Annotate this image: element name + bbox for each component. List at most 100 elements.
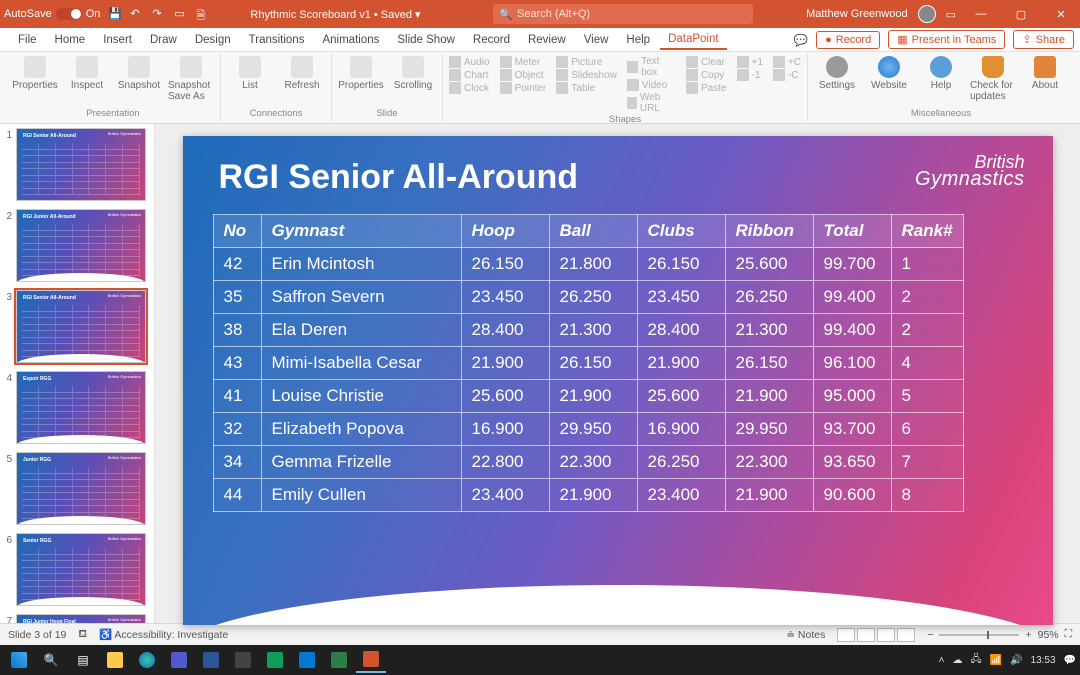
tab-design[interactable]: Design: [187, 31, 239, 49]
tab-transitions[interactable]: Transitions: [241, 31, 313, 49]
slideshow-icon[interactable]: ▭: [174, 7, 188, 21]
ribbon-scrolling[interactable]: Scrolling: [390, 56, 436, 108]
notes-toggle[interactable]: ≐ Notes: [786, 629, 825, 641]
explorer-button[interactable]: [100, 647, 130, 673]
edge-button[interactable]: [132, 647, 162, 673]
app-button-3[interactable]: [228, 647, 258, 673]
undo-icon[interactable]: ↶: [130, 7, 144, 21]
search-input[interactable]: 🔍 Search (Alt+Q): [493, 4, 753, 24]
user-name[interactable]: Matthew Greenwood: [806, 8, 908, 20]
ribbon-snapshot[interactable]: Snapshot: [116, 56, 162, 108]
autosave-toggle[interactable]: AutoSave On: [4, 8, 100, 20]
tab-home[interactable]: Home: [47, 31, 94, 49]
tray-chevron-icon[interactable]: ˄: [939, 655, 945, 666]
zoom-slider[interactable]: [939, 634, 1019, 636]
slideshow-view-icon[interactable]: [897, 628, 915, 642]
ribbon-properties[interactable]: Properties: [12, 56, 58, 108]
app-button-2[interactable]: [196, 647, 226, 673]
vscode-button[interactable]: [292, 647, 322, 673]
ribbon-about[interactable]: About: [1022, 56, 1068, 108]
taskview-button[interactable]: ▤: [68, 647, 98, 673]
ribbon-shape-audio[interactable]: Audio: [449, 56, 490, 68]
ribbon-shape-chart[interactable]: Chart: [449, 69, 490, 81]
ribbon-shape-+c[interactable]: +C: [773, 56, 801, 68]
fit-icon[interactable]: ⛶: [1065, 628, 1072, 641]
tab-animations[interactable]: Animations: [314, 31, 387, 49]
share-button[interactable]: ⇪ Share: [1013, 30, 1074, 49]
slide-counter[interactable]: Slide 3 of 19: [8, 629, 66, 641]
ribbon-refresh[interactable]: Refresh: [279, 56, 325, 108]
zoom-in-icon[interactable]: +: [1025, 629, 1031, 641]
present-teams-button[interactable]: ▦ Present in Teams: [888, 30, 1005, 49]
ribbon-shape-pointer[interactable]: Pointer: [500, 82, 547, 94]
ribbon-shape-copy[interactable]: Copy: [686, 69, 727, 81]
system-tray[interactable]: ˄ ☁ 🖧 📶 🔊 13:53 💬: [939, 652, 1076, 669]
slide-thumbnail-6[interactable]: Senior RGGBritish Gymnastics: [16, 533, 146, 606]
tab-help[interactable]: Help: [618, 31, 658, 49]
sorter-view-icon[interactable]: [857, 628, 875, 642]
redo-icon[interactable]: ↷: [152, 7, 166, 21]
ribbon-shape-+1[interactable]: +1: [737, 56, 763, 68]
ribbon-display-icon[interactable]: ▭: [946, 8, 956, 21]
tray-time[interactable]: 13:53: [1031, 655, 1056, 666]
slide-thumbnail-7[interactable]: RGI Junior Hoop FinalBritish Gymnastics: [16, 614, 146, 623]
slide-thumbnail-panel[interactable]: 1RGI Senior All-AroundBritish Gymnastics…: [0, 124, 155, 623]
ribbon-shape-paste[interactable]: Paste: [686, 82, 727, 94]
slide-thumbnail-3[interactable]: RGI Senior All-AroundBritish Gymnastics: [16, 290, 146, 363]
powerpoint-button[interactable]: [356, 647, 386, 673]
normal-view-icon[interactable]: [837, 628, 855, 642]
ribbon-snapshot-save-as[interactable]: Snapshot Save As: [168, 56, 214, 108]
ribbon-shape--1[interactable]: -1: [737, 69, 763, 81]
accessibility-status[interactable]: ♿ Accessibility: Investigate: [99, 628, 228, 641]
ribbon-shape-text-box[interactable]: Text box: [627, 56, 676, 78]
ribbon-shape-table[interactable]: Table: [556, 82, 617, 94]
tray-notifications-icon[interactable]: 💬: [1064, 655, 1076, 666]
tray-volume-icon[interactable]: 🔊: [1010, 655, 1022, 666]
tab-view[interactable]: View: [576, 31, 617, 49]
slide-canvas[interactable]: British Gymnastics RGI Senior All-Around…: [155, 124, 1080, 637]
ribbon-website[interactable]: Website: [866, 56, 912, 108]
close-icon[interactable]: ✕: [1046, 8, 1076, 21]
tab-insert[interactable]: Insert: [95, 31, 140, 49]
ribbon-inspect[interactable]: Inspect: [64, 56, 110, 108]
app-button-5[interactable]: [324, 647, 354, 673]
ribbon-shape-clear[interactable]: Clear: [686, 56, 727, 68]
zoom-out-icon[interactable]: −: [927, 629, 933, 641]
language-icon[interactable]: ⛾: [78, 628, 87, 642]
slide-thumbnail-1[interactable]: RGI Senior All-AroundBritish Gymnastics: [16, 128, 146, 201]
tray-cloud-icon[interactable]: ☁: [952, 655, 962, 666]
tab-draw[interactable]: Draw: [142, 31, 185, 49]
tab-review[interactable]: Review: [520, 31, 574, 49]
start-button[interactable]: [4, 647, 34, 673]
app-button-4[interactable]: [260, 647, 290, 673]
maximize-icon[interactable]: ▢: [1006, 8, 1036, 21]
slide-thumbnail-4[interactable]: Espoir RGGBritish Gymnastics: [16, 371, 146, 444]
avatar[interactable]: [918, 5, 936, 23]
document-title[interactable]: Rhythmic Scoreboard v1 • Saved ▾: [250, 8, 420, 21]
comments-button[interactable]: 💬: [794, 33, 808, 47]
app-button-1[interactable]: [164, 647, 194, 673]
tab-datapoint[interactable]: DataPoint: [660, 30, 727, 50]
ribbon-shape-video[interactable]: Video: [627, 79, 676, 91]
ribbon-shape-web-url[interactable]: Web URL: [627, 92, 676, 114]
slide-thumbnail-2[interactable]: RGI Junior All-AroundBritish Gymnastics: [16, 209, 146, 282]
ribbon-check-for-updates[interactable]: Check for updates: [970, 56, 1016, 108]
ribbon-shape-picture[interactable]: Picture: [556, 56, 617, 68]
slide-thumbnail-5[interactable]: Junior RGGBritish Gymnastics: [16, 452, 146, 525]
ribbon-shape-meter[interactable]: Meter: [500, 56, 547, 68]
ribbon-properties[interactable]: Properties: [338, 56, 384, 108]
newfile-icon[interactable]: 🗎: [196, 7, 210, 21]
ribbon-shape-object[interactable]: Object: [500, 69, 547, 81]
tray-wifi-icon[interactable]: 📶: [990, 655, 1002, 666]
ribbon-shape-clock[interactable]: Clock: [449, 82, 490, 94]
ribbon-list[interactable]: List: [227, 56, 273, 108]
tray-network-icon[interactable]: 🖧: [970, 652, 981, 669]
tab-record[interactable]: Record: [465, 31, 518, 49]
ribbon-shape-slideshow[interactable]: Slideshow: [556, 69, 617, 81]
minimize-icon[interactable]: —: [966, 8, 996, 20]
record-button[interactable]: ● Record: [816, 31, 880, 49]
tab-slide-show[interactable]: Slide Show: [389, 31, 463, 49]
ribbon-settings[interactable]: Settings: [814, 56, 860, 108]
ribbon-help[interactable]: Help: [918, 56, 964, 108]
save-icon[interactable]: 💾: [108, 7, 122, 21]
